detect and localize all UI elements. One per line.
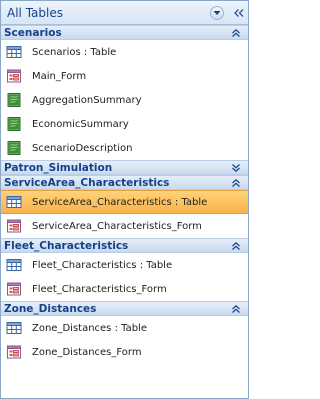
nav-item-label: Fleet_Characteristics : Table [32, 259, 173, 271]
table-icon [6, 257, 22, 273]
nav-item[interactable]: Zone_Distances : Table [1, 316, 248, 340]
group-list: Scenarios Scenarios : Table Main_Form Aggre… [1, 25, 248, 364]
pane-title: All Tables [7, 5, 63, 20]
group-label: Scenarios [4, 26, 62, 39]
chevron-down-icon[interactable] [210, 5, 224, 20]
nav-item[interactable]: AggregationSummary [1, 88, 248, 112]
group-header[interactable]: Zone_Distances [1, 301, 248, 316]
nav-item[interactable]: ServiceArea_Characteristics_Form [1, 214, 248, 238]
report-icon [6, 92, 22, 108]
group-label: Zone_Distances [4, 302, 97, 315]
nav-item[interactable]: Fleet_Characteristics : Table [1, 253, 248, 277]
group-label: Patron_Simulation [4, 161, 113, 174]
form-icon [6, 218, 22, 234]
nav-item-label: Fleet_Characteristics_Form [32, 283, 167, 295]
table-icon [6, 194, 22, 210]
nav-item-label: AggregationSummary [32, 94, 142, 106]
nav-item-label: Scenarios : Table [32, 46, 117, 58]
group-header[interactable]: Fleet_Characteristics [1, 238, 248, 253]
nav-item[interactable]: ScenarioDescription [1, 136, 248, 160]
navigation-pane-header[interactable]: All Tables [1, 1, 248, 25]
nav-item-label: Zone_Distances : Table [32, 322, 147, 334]
group-header[interactable]: Scenarios [1, 25, 248, 40]
nav-item[interactable]: Fleet_Characteristics_Form [1, 277, 248, 301]
double-chevron-left-icon[interactable] [231, 1, 247, 25]
collapse-chevron-icon[interactable] [230, 303, 242, 315]
report-icon [6, 140, 22, 156]
table-icon [6, 320, 22, 336]
group-label: Fleet_Characteristics [4, 239, 129, 252]
nav-item-label: Main_Form [32, 70, 87, 82]
nav-item-label: ServiceArea_Characteristics : Table [32, 196, 208, 208]
nav-item[interactable]: Main_Form [1, 64, 248, 88]
navigation-pane: All Tables Scenarios Scenarios : Table Mai… [0, 0, 249, 399]
table-icon [6, 44, 22, 60]
group-label: ServiceArea_Characteristics [4, 176, 170, 189]
nav-item[interactable]: Zone_Distances_Form [1, 340, 248, 364]
nav-item[interactable]: EconomicSummary [1, 112, 248, 136]
form-icon [6, 281, 22, 297]
form-icon [6, 344, 22, 360]
report-icon [6, 116, 22, 132]
expand-chevron-icon[interactable] [230, 162, 242, 174]
nav-item[interactable]: Scenarios : Table [1, 40, 248, 64]
nav-item[interactable]: ServiceArea_Characteristics : Table [1, 190, 248, 214]
nav-item-label: Zone_Distances_Form [32, 346, 142, 358]
collapse-chevron-icon[interactable] [230, 240, 242, 252]
group-header[interactable]: ServiceArea_Characteristics [1, 175, 248, 190]
collapse-chevron-icon[interactable] [230, 27, 242, 39]
nav-item-label: ScenarioDescription [32, 142, 133, 154]
nav-item-label: EconomicSummary [32, 118, 129, 130]
group-header[interactable]: Patron_Simulation [1, 160, 248, 175]
form-icon [6, 68, 22, 84]
nav-item-label: ServiceArea_Characteristics_Form [32, 220, 202, 232]
collapse-chevron-icon[interactable] [230, 177, 242, 189]
